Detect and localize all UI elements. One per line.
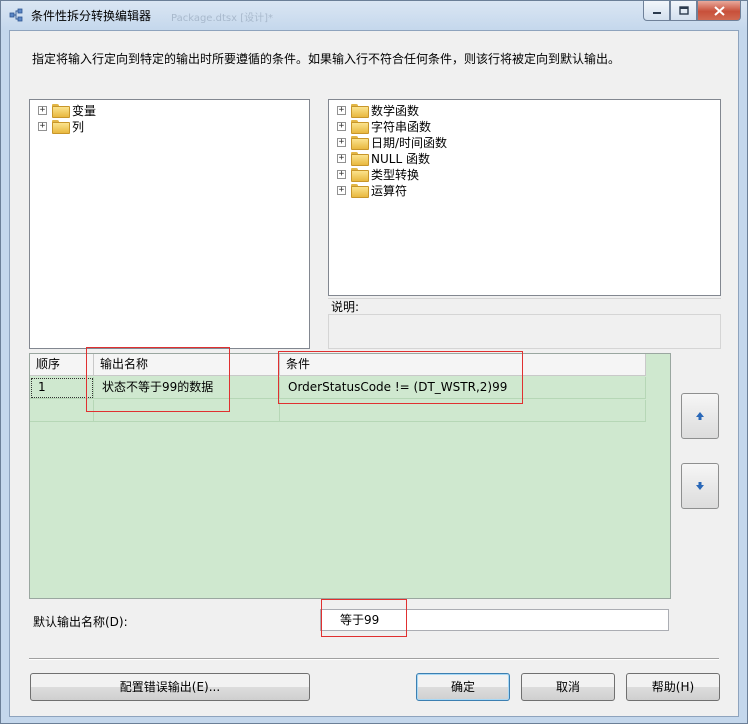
cell-order[interactable] [30, 400, 94, 422]
separator [29, 658, 719, 660]
expand-icon[interactable]: + [337, 169, 346, 179]
column-header-order[interactable]: 顺序 [30, 354, 94, 376]
cell-condition[interactable]: OrderStatusCode != (DT_WSTR,2)99 [280, 377, 646, 399]
close-icon [713, 5, 725, 16]
tree-item-label: 数学函数 [371, 103, 420, 118]
variables-columns-tree[interactable]: + 变量 + 列 [29, 99, 310, 349]
tree-item-label: 运算符 [371, 183, 408, 198]
folder-icon [351, 168, 369, 182]
expand-icon[interactable]: + [337, 137, 346, 147]
column-header-condition[interactable]: 条件 [280, 354, 646, 376]
tree-item-label: 列 [72, 119, 85, 134]
default-output-name-input[interactable]: 等于99 [320, 609, 669, 631]
tree-item-datetime-functions[interactable]: + 日期/时间函数 [337, 134, 447, 150]
conditions-grid[interactable]: 顺序 输出名称 条件 1 状态不等于99的数据 OrderStatusCode … [29, 353, 671, 599]
expand-icon[interactable]: + [337, 185, 346, 195]
move-up-button[interactable] [681, 393, 719, 439]
description-panel [328, 315, 721, 349]
cell-condition[interactable] [280, 400, 646, 422]
folder-icon [351, 104, 369, 118]
cell-output-name[interactable] [94, 400, 280, 422]
maximize-button[interactable] [670, 1, 697, 21]
expand-icon[interactable]: + [337, 121, 346, 131]
tree-item-type-casts[interactable]: + 类型转换 [337, 166, 419, 182]
tree-item-label: NULL 函数 [371, 151, 430, 166]
minimize-button[interactable] [643, 1, 670, 21]
dialog-body: 指定将输入行定向到特定的输出时所要遵循的条件。如果输入行不符合任何条件，则该行将… [9, 30, 739, 717]
arrow-up-icon [696, 412, 704, 420]
window-controls [643, 1, 741, 21]
description-label: 说明: [328, 298, 721, 315]
folder-icon [52, 104, 70, 118]
folder-icon [351, 136, 369, 150]
tree-item-label: 日期/时间函数 [371, 135, 448, 150]
functions-tree[interactable]: + 数学函数 + 字符串函数 + 日期/时间函数 + NULL 函数 + 类型转… [328, 99, 721, 296]
cancel-button[interactable]: 取消 [521, 673, 615, 701]
move-down-button[interactable] [681, 463, 719, 509]
expand-icon[interactable]: + [337, 153, 346, 163]
cell-order[interactable]: 1 [30, 377, 94, 399]
expand-icon[interactable]: + [38, 121, 47, 131]
background-window-title: Package.dtsx [设计]* [171, 13, 274, 24]
table-row-new[interactable] [30, 400, 646, 422]
help-button[interactable]: 帮助(H) [626, 673, 720, 701]
dialog-description: 指定将输入行定向到特定的输出时所要遵循的条件。如果输入行不符合任何条件，则该行将… [32, 52, 621, 66]
maximize-icon [678, 6, 689, 15]
window-title: 条件性拆分转换编辑器 [31, 9, 152, 23]
grid-header: 顺序 输出名称 条件 [30, 354, 646, 376]
cell-output-name[interactable]: 状态不等于99的数据 [94, 377, 280, 399]
close-button[interactable] [697, 1, 741, 21]
folder-icon [52, 120, 70, 134]
folder-icon [351, 184, 369, 198]
folder-icon [351, 120, 369, 134]
expand-icon[interactable]: + [38, 105, 47, 115]
expand-icon[interactable]: + [337, 105, 346, 115]
tree-item-columns[interactable]: + 列 [38, 118, 84, 134]
tree-item-string-functions[interactable]: + 字符串函数 [337, 118, 431, 134]
tree-item-label: 字符串函数 [371, 119, 432, 134]
tree-item-label: 类型转换 [371, 167, 420, 182]
minimize-icon [652, 11, 661, 14]
folder-icon [351, 152, 369, 166]
dialog-window: 条件性拆分转换编辑器 Package.dtsx [设计]* 指定将输入行定向到特… [0, 0, 748, 724]
column-header-output-name[interactable]: 输出名称 [94, 354, 280, 376]
tree-item-math-functions[interactable]: + 数学函数 [337, 102, 419, 118]
tree-item-null-functions[interactable]: + NULL 函数 [337, 150, 430, 166]
title-bar: 条件性拆分转换编辑器 Package.dtsx [设计]* [1, 1, 747, 29]
tree-item-label: 变量 [72, 103, 97, 118]
tree-item-operators[interactable]: + 运算符 [337, 182, 407, 198]
table-row[interactable]: 1 状态不等于99的数据 OrderStatusCode != (DT_WSTR… [30, 377, 646, 399]
configure-error-output-button[interactable]: 配置错误输出(E)... [30, 673, 310, 701]
conditional-split-icon [9, 8, 23, 22]
tree-item-variables[interactable]: + 变量 [38, 102, 96, 118]
default-output-label: 默认输出名称(D): [33, 615, 128, 629]
arrow-down-icon [696, 482, 704, 490]
ok-button[interactable]: 确定 [416, 673, 510, 701]
